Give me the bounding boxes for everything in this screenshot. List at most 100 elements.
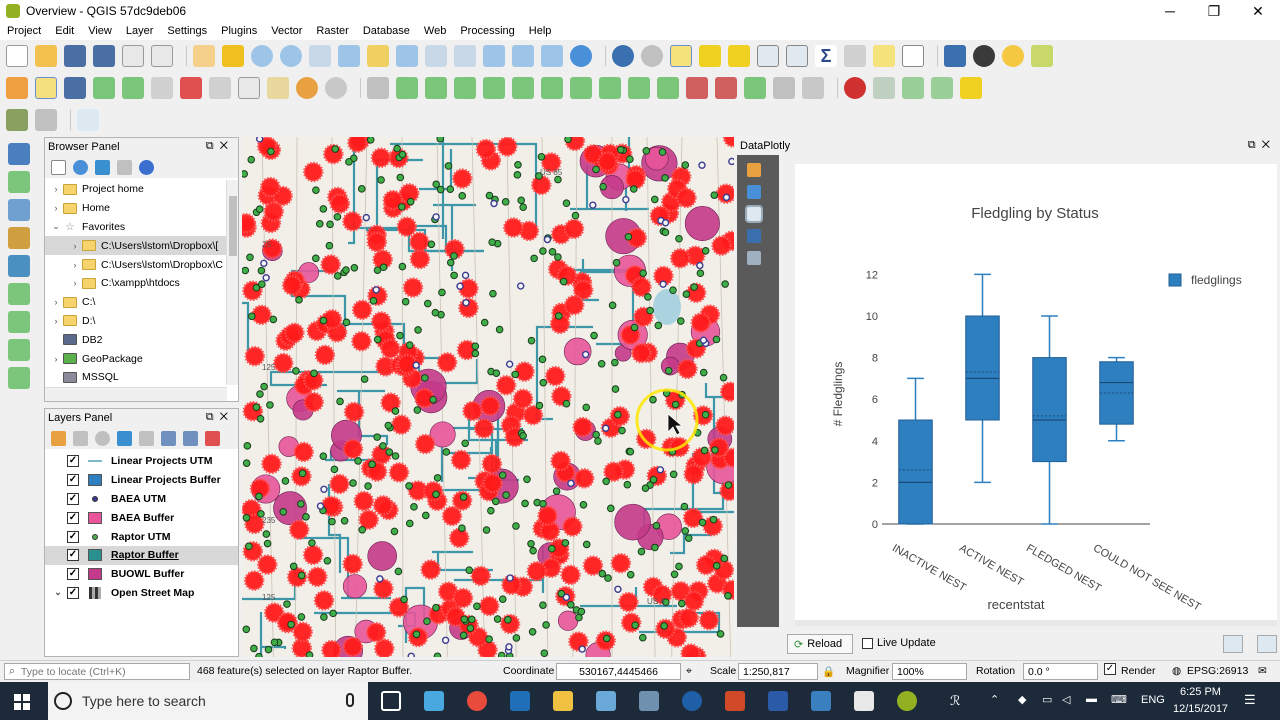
plot-area[interactable]: Fledgling by Status 0 2 4 6 8 10 12 # Fledglings…: [795, 164, 1277, 620]
copy-features-icon[interactable]: [238, 77, 260, 99]
people-icon[interactable]: ℛ: [950, 693, 960, 709]
digitize-tool-7-icon[interactable]: [541, 77, 563, 99]
save-plot-icon[interactable]: [1257, 635, 1277, 653]
remove-layer-icon[interactable]: [205, 430, 220, 446]
language-indicator[interactable]: ENG: [1141, 694, 1165, 706]
expand-arrow-icon[interactable]: ⌄: [49, 587, 67, 598]
qgis-taskbar-icon[interactable]: [897, 691, 917, 711]
expand-all-icon[interactable]: [161, 430, 176, 446]
menu-vector[interactable]: Vector: [264, 25, 309, 37]
powerpoint-icon[interactable]: [725, 691, 745, 711]
lock-scale-icon[interactable]: 🔒: [822, 665, 835, 678]
zoom-native-icon[interactable]: [309, 45, 331, 67]
toggle-editing-icon[interactable]: [35, 77, 57, 99]
browser-item[interactable]: › C:\: [45, 293, 238, 312]
add-raster-layer-icon[interactable]: [8, 199, 30, 221]
redo-icon[interactable]: [325, 77, 347, 99]
snapping-tool-2-icon[interactable]: [873, 77, 895, 99]
plot-view-icon[interactable]: [745, 205, 763, 223]
expand-arrow-icon[interactable]: ›: [49, 316, 63, 326]
layer-item[interactable]: ✓ Linear Projects UTM: [45, 452, 238, 471]
plot-type-icon[interactable]: [747, 163, 761, 177]
rotate-label-icon[interactable]: [802, 77, 824, 99]
crs-globe-icon[interactable]: ◍: [1172, 665, 1181, 677]
layer-visibility-checkbox[interactable]: ✓: [67, 492, 79, 505]
clock-date[interactable]: 12/15/2017: [1173, 703, 1228, 715]
microphone-icon[interactable]: [346, 693, 354, 707]
browser-item[interactable]: ⌄ ☆ Favorites: [45, 218, 238, 237]
menu-help[interactable]: Help: [522, 25, 559, 37]
digitize-tool-14-icon[interactable]: [744, 77, 766, 99]
digitize-tool-8-icon[interactable]: [570, 77, 592, 99]
field-calculator-icon[interactable]: [786, 45, 808, 67]
python-console-icon[interactable]: [1002, 45, 1024, 67]
add-spatialite-icon[interactable]: [8, 255, 30, 277]
processing-tool-icon[interactable]: [6, 109, 28, 131]
layer-item[interactable]: ✓ Raptor Buffer: [45, 545, 238, 565]
measure-icon[interactable]: [844, 45, 866, 67]
layer-visibility-checkbox[interactable]: ✓: [67, 511, 79, 524]
browser-scrollbar[interactable]: [226, 180, 238, 385]
battery-icon[interactable]: ▬: [1086, 693, 1097, 705]
refresh-icon[interactable]: [570, 45, 592, 67]
zoom-layer-icon[interactable]: [396, 45, 418, 67]
expand-arrow-icon[interactable]: ›: [68, 278, 82, 288]
scale-field[interactable]: 1:250,817: [738, 663, 818, 680]
digitize-tool-12-icon[interactable]: [686, 77, 708, 99]
manage-themes-icon[interactable]: [95, 430, 110, 446]
plot-help-icon[interactable]: [747, 229, 761, 243]
snapping-tool-3-icon[interactable]: [902, 77, 924, 99]
new-temporary-layer-icon[interactable]: [8, 339, 30, 361]
menu-project[interactable]: Project: [0, 25, 48, 37]
expand-arrow-icon[interactable]: ›: [49, 354, 63, 364]
browser-item[interactable]: MSSQL: [45, 368, 238, 383]
save-edits-icon[interactable]: [64, 77, 86, 99]
add-delimited-text-icon[interactable]: [8, 227, 30, 249]
menu-web[interactable]: Web: [417, 25, 453, 37]
menu-raster[interactable]: Raster: [309, 25, 355, 37]
messages-icon[interactable]: ✉: [1258, 665, 1267, 677]
pinned-app-icon[interactable]: [639, 691, 659, 711]
filter-expression-icon[interactable]: [139, 430, 154, 446]
expand-arrow-icon[interactable]: ›: [68, 260, 82, 270]
expand-arrow-icon[interactable]: ›: [68, 241, 82, 251]
deselect-icon[interactable]: [728, 45, 750, 67]
vertex-tool-icon[interactable]: [151, 77, 173, 99]
layer-visibility-checkbox[interactable]: ✓: [67, 455, 79, 468]
zoom-last-icon[interactable]: [425, 45, 447, 67]
expand-arrow-icon[interactable]: ›: [49, 184, 63, 194]
plot-code-icon[interactable]: [747, 251, 761, 265]
crs-label[interactable]: EPSG:26913: [1187, 665, 1248, 677]
digitize-tool-11-icon[interactable]: [657, 77, 679, 99]
select-by-value-icon[interactable]: [699, 45, 721, 67]
browser-hscrollbar[interactable]: [45, 387, 227, 401]
mail-icon[interactable]: [854, 691, 874, 711]
windows-start-icon[interactable]: [14, 694, 30, 710]
digitize-tool-10-icon[interactable]: [628, 77, 650, 99]
menu-processing[interactable]: Processing: [453, 25, 521, 37]
add-group-icon[interactable]: [73, 430, 88, 446]
panel-float-close-icons[interactable]: ⧉✕: [1248, 139, 1276, 152]
undo-icon[interactable]: [296, 77, 318, 99]
zoom-full-icon[interactable]: [338, 45, 360, 67]
menu-edit[interactable]: Edit: [48, 25, 81, 37]
browser-item[interactable]: › Home: [45, 199, 238, 218]
layer-item[interactable]: ✓ BAEA UTM: [45, 490, 238, 509]
panel-float-close-icons[interactable]: ⧉✕: [206, 140, 234, 153]
add-feature-icon[interactable]: [93, 77, 115, 99]
layout-manager-icon[interactable]: [151, 45, 173, 67]
data-source-manager-icon[interactable]: [8, 143, 30, 165]
open-project-icon[interactable]: [35, 45, 57, 67]
pinned-app-icon[interactable]: [596, 691, 616, 711]
magnifier-field[interactable]: 100%: [892, 663, 967, 680]
delete-selected-icon[interactable]: [180, 77, 202, 99]
new-shapefile-icon[interactable]: [8, 283, 30, 305]
action-center-icon[interactable]: ☰: [1244, 692, 1256, 708]
new-map-view-icon[interactable]: [483, 45, 505, 67]
menu-settings[interactable]: Settings: [160, 25, 214, 37]
dataplotly-icon[interactable]: [77, 109, 99, 131]
chrome-icon[interactable]: [467, 691, 487, 711]
pan-to-selection-icon[interactable]: [222, 45, 244, 67]
layer-visibility-checkbox[interactable]: ✓: [67, 474, 79, 487]
pan-icon[interactable]: [193, 45, 215, 67]
